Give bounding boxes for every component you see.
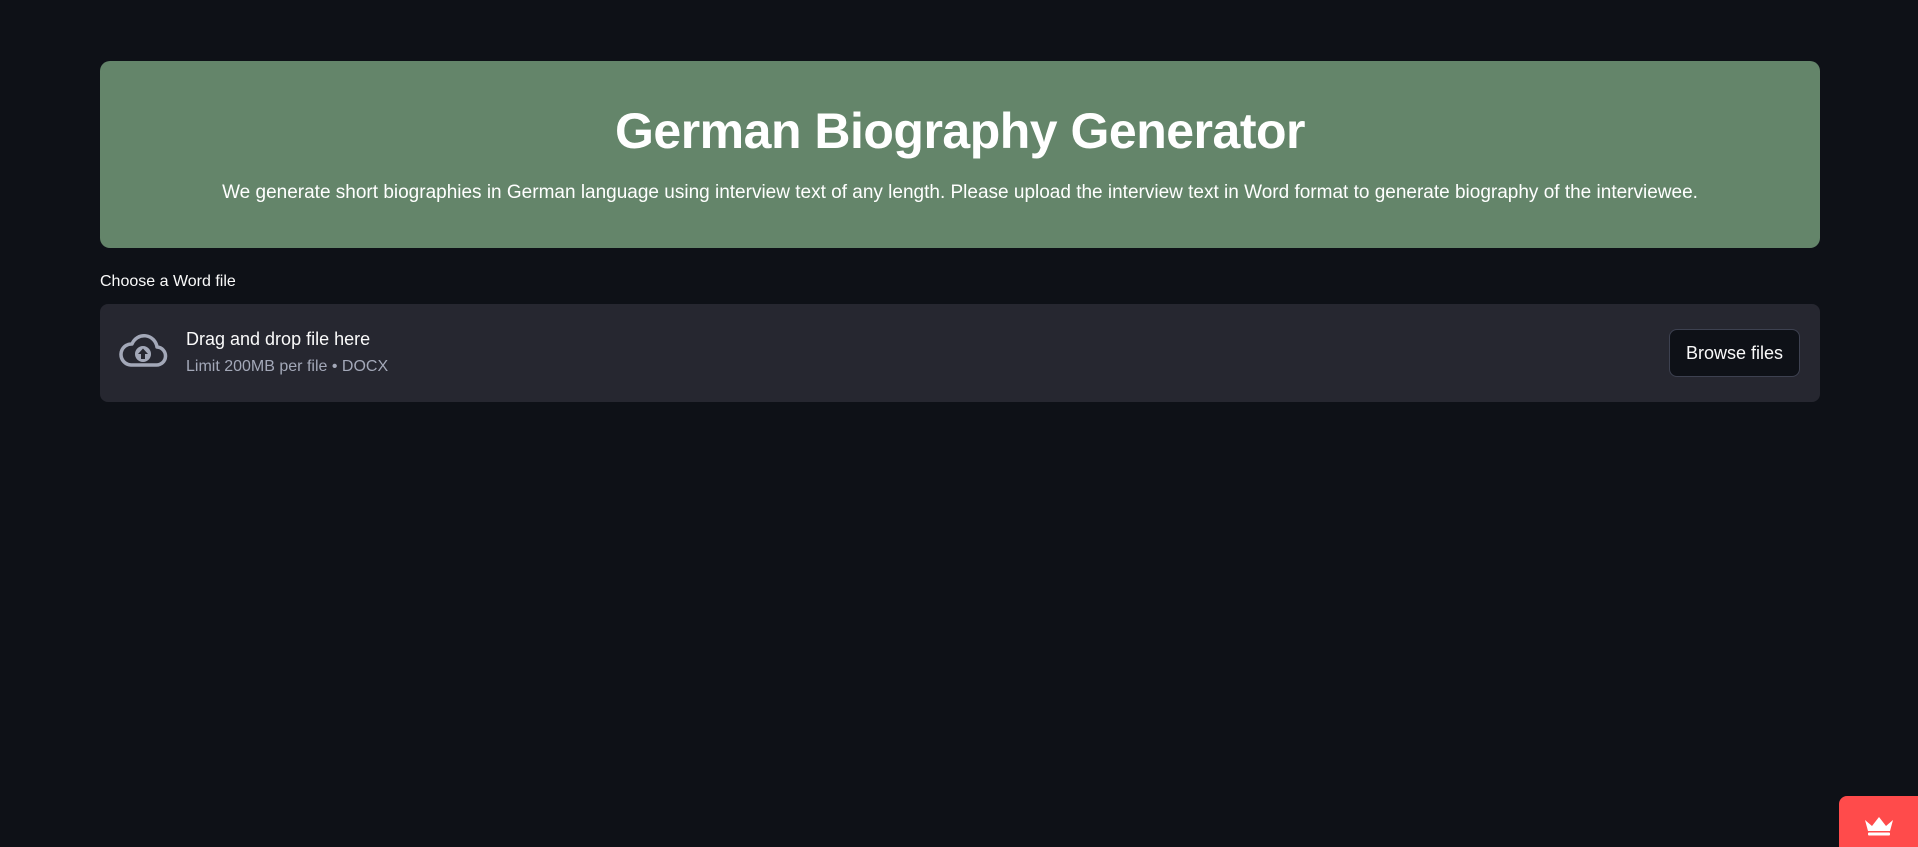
- app-page: German Biography Generator We generate s…: [0, 0, 1918, 847]
- drop-instructions: Drag and drop file here: [186, 329, 371, 349]
- cloud-upload-icon: [119, 334, 168, 367]
- dropzone-text: Drag and drop file here Limit 200MB per …: [186, 328, 388, 378]
- page-title: German Biography Generator: [615, 103, 1305, 159]
- uploader-label: Choose a Word file: [100, 273, 236, 290]
- streamlit-badge[interactable]: [1839, 796, 1918, 847]
- crown-icon: [1865, 817, 1893, 836]
- file-dropzone[interactable]: Drag and drop file here Limit 200MB per …: [100, 304, 1820, 402]
- header-banner: German Biography Generator We generate s…: [100, 61, 1820, 248]
- browse-files-button[interactable]: Browse files: [1668, 329, 1800, 377]
- file-limit-text: Limit 200MB per file • DOCX: [186, 358, 389, 376]
- page-description: We generate short biographies in German …: [222, 182, 1698, 203]
